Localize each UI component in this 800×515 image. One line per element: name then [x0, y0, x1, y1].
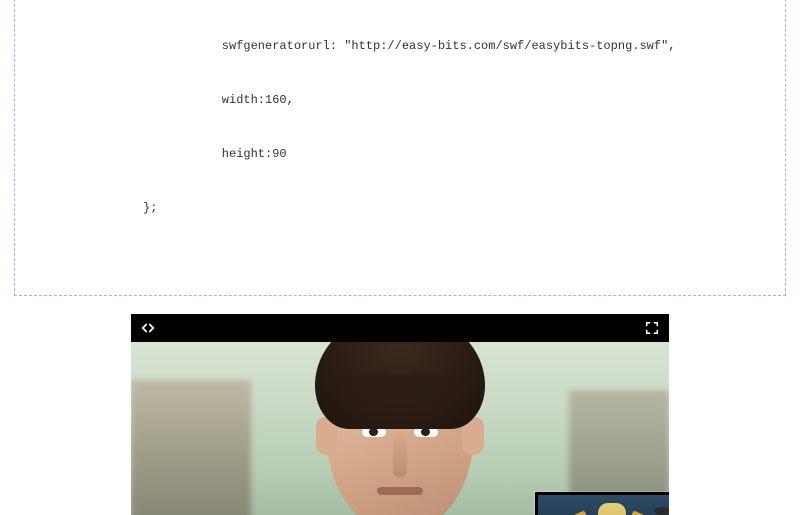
- video-player[interactable]: flowplayer 00:03 00:25: [131, 314, 669, 515]
- video-frame-actor: [290, 342, 510, 515]
- picture-in-picture-thumbnail[interactable]: [535, 492, 669, 515]
- code-line: swfgeneratorurl: "http://easy-bits.com/s…: [15, 37, 785, 55]
- code-line: };: [15, 199, 785, 217]
- player-titlebar: [131, 314, 669, 342]
- code-block-1: swfgeneratorurl: "http://easy-bits.com/s…: [14, 0, 786, 296]
- page-root: swfgeneratorurl: "http://easy-bits.com/s…: [0, 0, 800, 515]
- fullscreen-icon[interactable]: [645, 321, 659, 335]
- embed-icon[interactable]: [141, 321, 155, 335]
- code-line: width:160,: [15, 91, 785, 109]
- video-canvas[interactable]: flowplayer: [131, 342, 669, 515]
- code-line: height:90: [15, 145, 785, 163]
- player-container: flowplayer 00:03 00:25: [14, 314, 786, 515]
